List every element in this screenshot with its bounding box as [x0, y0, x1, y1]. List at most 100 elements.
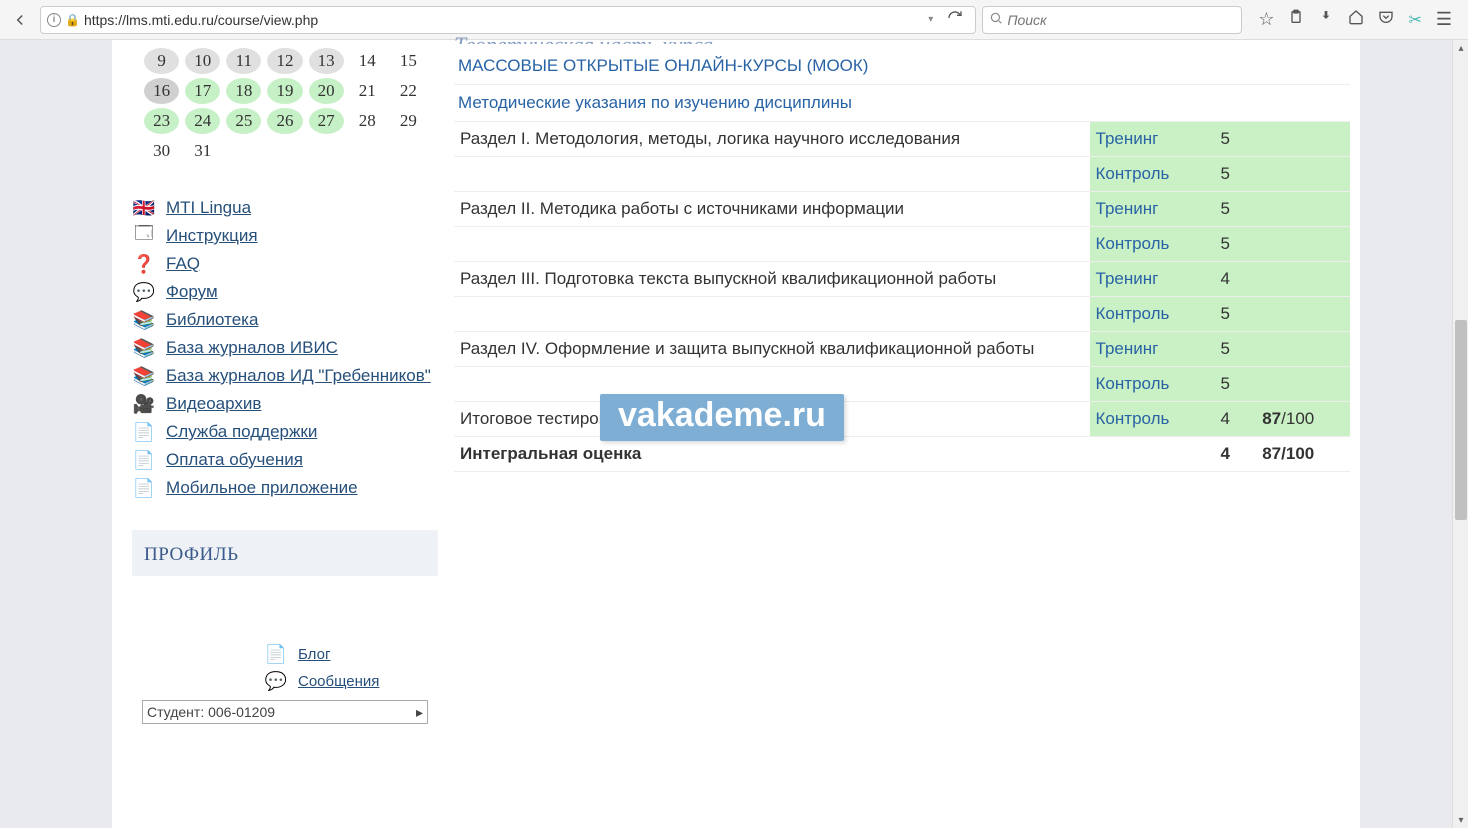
profile-link[interactable]: Сообщения — [298, 673, 379, 690]
sidebar-item: 📚 База журналов ИВИС — [132, 334, 438, 362]
method-link-row: Методические указания по изучению дисцип… — [454, 85, 1350, 122]
calendar-day[interactable]: 13 — [309, 48, 344, 74]
calendar-day[interactable]: 19 — [267, 78, 302, 104]
calendar-day[interactable]: 30 — [144, 138, 179, 164]
method-link[interactable]: Методические указания по изучению дисцип… — [458, 93, 852, 112]
calendar-day[interactable]: 9 — [144, 48, 179, 74]
calendar-day[interactable]: 10 — [185, 48, 220, 74]
clipboard-icon[interactable] — [1288, 9, 1304, 30]
calendar[interactable]: 9101112 131415 16171819 202122 23242526 27282… — [132, 40, 438, 176]
profile-link[interactable]: Блог — [298, 646, 330, 663]
student-select-label: Студент: 006-01209 — [147, 704, 275, 720]
activity-type-cell: Тренинг — [1090, 192, 1215, 227]
activity-link[interactable]: Контроль — [1096, 374, 1170, 393]
sidebar-link[interactable]: MTI Lingua — [166, 198, 251, 218]
course-row: Раздел IV. Оформление и защита выпускной… — [454, 332, 1350, 367]
calendar-day[interactable]: 24 — [185, 108, 220, 134]
activity-type-cell: Контроль — [1090, 402, 1215, 437]
site-info-icon[interactable]: i — [47, 13, 61, 27]
student-select[interactable]: Студент: 006-01209 ▸ — [142, 700, 428, 724]
activity-link[interactable]: Контроль — [1096, 164, 1170, 183]
toolbar-icons: ☆ ✂ ☰ — [1248, 9, 1462, 30]
sidebar-item: 📄Служба поддержки — [132, 418, 438, 446]
calendar-day[interactable]: 27 — [309, 108, 344, 134]
section-name-cell: Итоговое тестирование — [454, 402, 1090, 437]
sidebar-link[interactable]: Служба поддержки — [166, 422, 317, 442]
question-icon: ❓ — [132, 254, 156, 274]
sidebar-link[interactable]: База журналов ИВИС — [166, 338, 338, 358]
profile-title: ПРОФИЛЬ — [132, 540, 438, 576]
grade-cell — [1256, 227, 1350, 262]
mooc-link-row: МАССОВЫЕ ОТКРЫТЫЕ ОНЛАЙН-КУРСЫ (МООК) — [454, 48, 1350, 85]
grade-cell — [1256, 262, 1350, 297]
sidebar-link[interactable]: FAQ — [166, 254, 200, 274]
course-row: Раздел II. Методика работы с источниками… — [454, 192, 1350, 227]
mooc-link[interactable]: МАССОВЫЕ ОТКРЫТЫЕ ОНЛАЙН-КУРСЫ (МООК) — [458, 56, 868, 75]
main-content: Теоретическая часть курса МАССОВЫЕ ОТКРЫ… — [454, 40, 1360, 828]
activity-link[interactable]: Тренинг — [1096, 199, 1159, 218]
sidebar-item: 🇬🇧 MTI Lingua — [132, 194, 438, 222]
score-cell: 5 — [1215, 122, 1257, 157]
history-dropdown-icon[interactable]: ▾ — [924, 14, 937, 25]
activity-type-cell: Тренинг — [1090, 262, 1215, 297]
calendar-day[interactable]: 26 — [267, 108, 302, 134]
extension-icon[interactable]: ✂ — [1408, 10, 1421, 30]
flag-icon: 🇬🇧 — [132, 198, 156, 218]
sidebar: 9101112 131415 16171819 202122 23242526 27282… — [112, 40, 442, 828]
scroll-down-icon[interactable]: ▾ — [1453, 812, 1468, 828]
books-icon: 📚 — [132, 338, 156, 358]
url-input[interactable] — [84, 12, 920, 28]
calendar-day[interactable]: 20 — [309, 78, 344, 104]
calendar-day[interactable]: 11 — [226, 48, 261, 74]
menu-icon[interactable]: ☰ — [1436, 9, 1452, 30]
activity-link[interactable]: Тренинг — [1096, 129, 1159, 148]
sidebar-link[interactable]: Оплата обучения — [166, 450, 303, 470]
address-bar[interactable]: i 🔒 ▾ — [40, 6, 976, 34]
calendar-day[interactable]: 31 — [185, 138, 220, 164]
sidebar-link[interactable]: Форум — [166, 282, 218, 302]
calendar-day[interactable]: 18 — [226, 78, 261, 104]
vertical-scrollbar[interactable]: ▴ ▾ — [1452, 40, 1468, 828]
calendar-day[interactable]: 14 — [350, 48, 385, 74]
activity-link[interactable]: Контроль — [1096, 234, 1170, 253]
scroll-thumb[interactable] — [1455, 320, 1467, 520]
grade-cell — [1256, 122, 1350, 157]
calendar-day[interactable]: 16 — [144, 78, 179, 104]
search-input[interactable] — [1007, 12, 1235, 28]
final-test-row: Итоговое тестированиеКонтроль487/100 — [454, 402, 1350, 437]
section-name-cell — [454, 157, 1090, 192]
calendar-day[interactable]: 25 — [226, 108, 261, 134]
sidebar-link[interactable]: Мобильное приложение — [166, 478, 358, 498]
course-row: Контроль5 — [454, 227, 1350, 262]
sidebar-link[interactable]: База журналов ИД "Гребенников" — [166, 366, 431, 386]
activity-link[interactable]: Контроль — [1096, 304, 1170, 323]
score-cell: 4 — [1215, 262, 1257, 297]
bookmark-star-icon[interactable]: ☆ — [1258, 9, 1274, 30]
calendar-day[interactable]: 17 — [185, 78, 220, 104]
activity-link[interactable]: Тренинг — [1096, 339, 1159, 358]
calendar-day[interactable]: 21 — [350, 78, 385, 104]
calendar-day[interactable]: 29 — [391, 108, 426, 134]
download-icon[interactable] — [1318, 9, 1334, 30]
sidebar-link[interactable]: Инструкция — [166, 226, 258, 246]
section-name-cell: Раздел III. Подготовка текста выпускной … — [454, 262, 1090, 297]
activity-link[interactable]: Тренинг — [1096, 269, 1159, 288]
home-icon[interactable] — [1348, 9, 1364, 30]
lock-icon: 🔒 — [65, 13, 80, 27]
page-content: 9101112 131415 16171819 202122 23242526 27282… — [112, 40, 1360, 828]
scroll-up-icon[interactable]: ▴ — [1453, 40, 1468, 56]
reload-button[interactable] — [941, 10, 969, 29]
profile-link-row: 📄Блог — [262, 644, 438, 665]
calendar-day[interactable]: 22 — [391, 78, 426, 104]
calendar-day[interactable]: 23 — [144, 108, 179, 134]
sidebar-link[interactable]: Библиотека — [166, 310, 258, 330]
back-button[interactable] — [6, 6, 34, 34]
sidebar-link[interactable]: Видеоархив — [166, 394, 261, 414]
calendar-day[interactable]: 15 — [391, 48, 426, 74]
empty-cell — [1090, 437, 1215, 472]
calendar-day[interactable]: 12 — [267, 48, 302, 74]
calendar-day[interactable]: 28 — [350, 108, 385, 134]
search-bar[interactable] — [982, 6, 1242, 34]
activity-link[interactable]: Контроль — [1096, 409, 1170, 428]
pocket-icon[interactable] — [1378, 9, 1394, 30]
